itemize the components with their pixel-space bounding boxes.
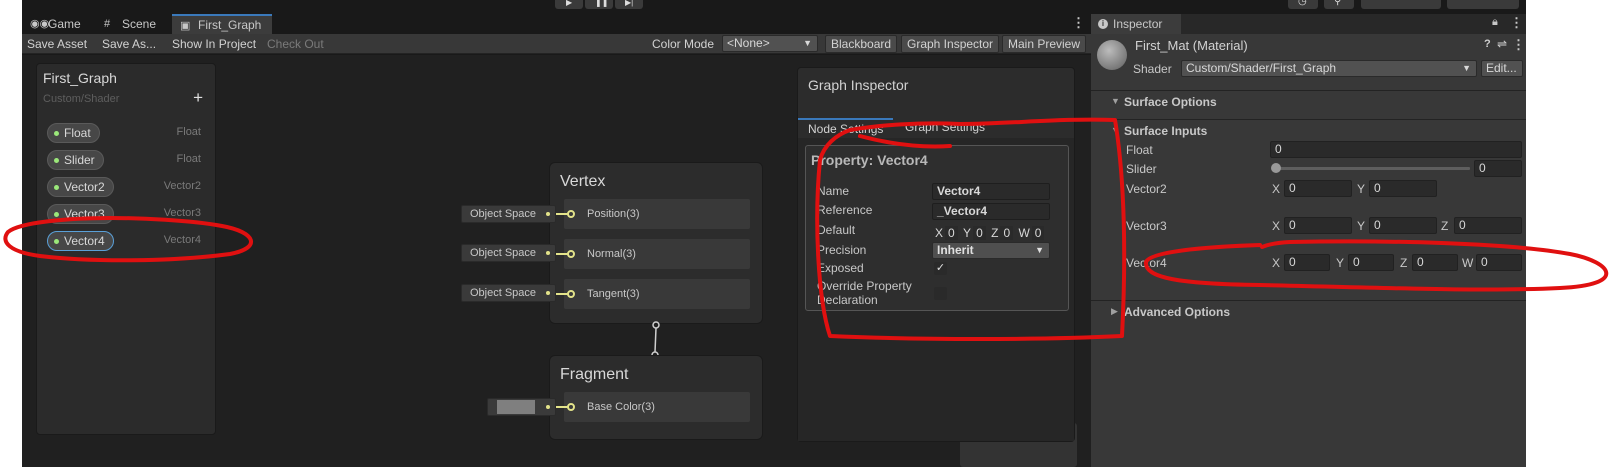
annotation-circle-blackboard xyxy=(3,216,253,263)
annotation-circle-vector4 xyxy=(1144,239,1609,292)
annotation-outline-property xyxy=(815,117,1127,341)
annotation-layer xyxy=(3,117,1609,341)
